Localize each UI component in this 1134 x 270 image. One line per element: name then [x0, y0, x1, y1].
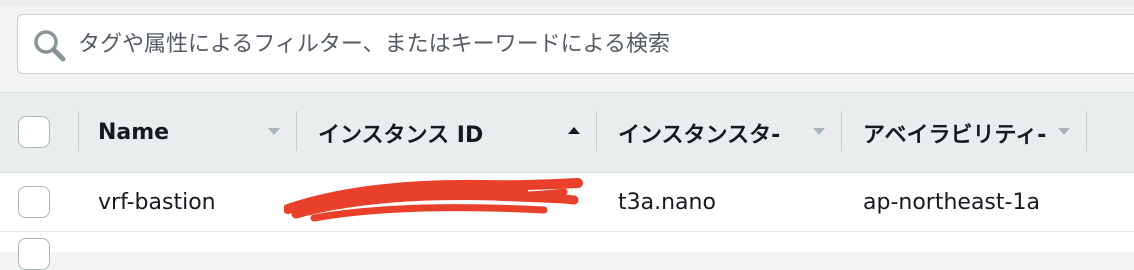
- availability-zone: ap-northeast-1a: [863, 189, 1040, 215]
- sort-down-icon[interactable]: [1058, 128, 1070, 135]
- instance-name: vrf-bastion: [98, 189, 216, 215]
- sort-down-icon[interactable]: [813, 128, 825, 135]
- search-input[interactable]: [78, 15, 1118, 73]
- column-header-name[interactable]: Name: [98, 93, 258, 172]
- column-header-availability-zone[interactable]: アベイラビリティ-: [863, 93, 1053, 172]
- sort-down-icon[interactable]: [268, 128, 280, 135]
- column-header-label: Name: [98, 120, 170, 145]
- column-header-instance-type[interactable]: インスタンスタ-: [618, 93, 810, 172]
- column-separator[interactable]: [841, 111, 842, 151]
- row-checkbox[interactable]: [18, 238, 50, 270]
- column-header-label: アベイラビリティ-: [863, 122, 1047, 148]
- column-separator[interactable]: [296, 111, 297, 151]
- column-header-label: インスタンス ID: [318, 122, 484, 148]
- table-row[interactable]: [0, 232, 1134, 270]
- column-separator: [78, 111, 79, 151]
- sort-up-icon[interactable]: [568, 127, 580, 134]
- column-header-instance-id[interactable]: インスタンス ID: [318, 93, 558, 172]
- top-toolbar-strip: [0, 0, 1134, 6]
- column-separator[interactable]: [596, 111, 597, 151]
- search-bar[interactable]: [17, 14, 1134, 74]
- column-header-label: インスタンスタ-: [618, 122, 781, 148]
- instance-type: t3a.nano: [618, 189, 716, 215]
- redaction-scribble: [284, 178, 583, 222]
- select-all-checkbox[interactable]: [18, 116, 50, 148]
- column-separator[interactable]: [1086, 111, 1087, 151]
- row-checkbox[interactable]: [18, 186, 50, 218]
- search-icon: [34, 30, 66, 62]
- table-header: Name インスタンス ID インスタンスタ- アベイラビリティ-: [0, 92, 1134, 173]
